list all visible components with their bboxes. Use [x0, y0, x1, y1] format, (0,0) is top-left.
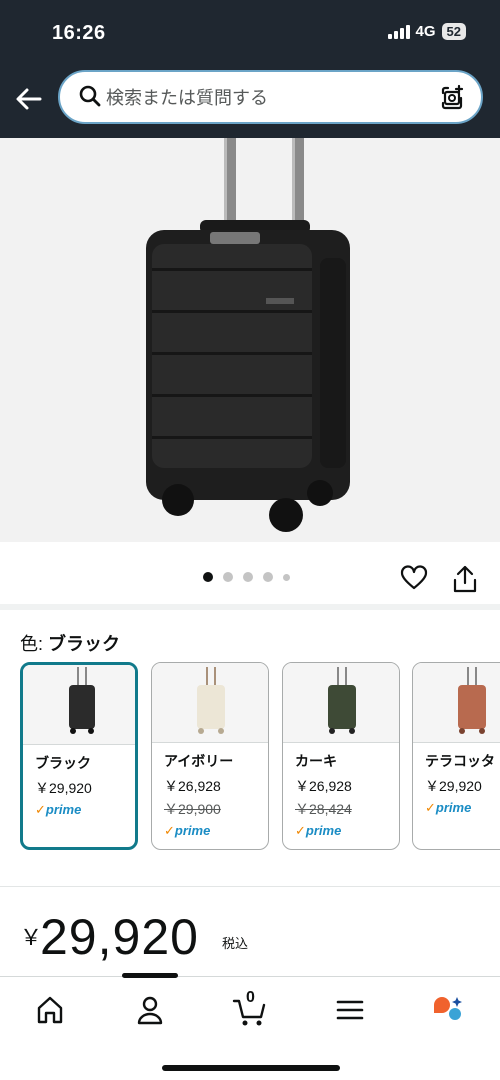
swatch-price: ￥29,920 — [35, 780, 92, 796]
section-divider — [0, 604, 500, 610]
swatch-price: ￥29,920 — [425, 778, 482, 794]
color-swatch-ivory[interactable]: アイボリー ￥26,928 ￥29,900 ✓prime — [151, 662, 269, 850]
swatch-name: カーキ — [295, 753, 337, 769]
swatch-image — [413, 663, 500, 743]
search-box[interactable] — [58, 70, 483, 124]
price-currency: ￥ — [20, 925, 43, 950]
prime-badge: ✓prime — [425, 800, 472, 815]
color-swatch-terracotta[interactable]: テラコッタ ￥29,920 ✓prime — [412, 662, 500, 850]
gallery-pagination[interactable] — [203, 572, 290, 582]
prime-badge: ✓prime — [295, 823, 342, 838]
nav-rufus[interactable] — [430, 993, 470, 1027]
gallery-dot[interactable] — [283, 573, 290, 581]
signal-icon — [387, 24, 410, 39]
search-header — [0, 62, 500, 138]
swatch-price: ￥26,928 — [164, 778, 221, 794]
back-arrow-icon[interactable] — [14, 84, 44, 114]
status-time: 16:26 — [52, 22, 106, 44]
nav-menu[interactable] — [330, 993, 370, 1027]
swatch-old-price: ￥29,900 — [164, 801, 221, 817]
swatch-image — [23, 665, 135, 745]
battery-icon: 52 — [441, 23, 466, 40]
nav-home[interactable] — [30, 993, 70, 1027]
swatch-name: テラコッタ — [425, 753, 495, 769]
camera-search-icon[interactable] — [439, 84, 467, 112]
selected-color-name: ブラック — [48, 634, 121, 654]
color-swatch-black[interactable]: ブラック ￥29,920 ✓prime — [20, 662, 138, 850]
swatch-image — [152, 663, 268, 743]
home-icon — [37, 996, 63, 1024]
product-image[interactable] — [0, 138, 500, 542]
color-label: 色: ブラック — [20, 634, 121, 654]
cart-count: 0 — [246, 989, 255, 1006]
color-swatch-list: ブラック ￥29,920 ✓prime アイボリー ￥26,928 ￥29,90… — [20, 662, 500, 852]
share-icon[interactable] — [452, 564, 478, 594]
search-input[interactable] — [106, 84, 426, 112]
price-amount: 29,920 — [40, 909, 199, 965]
rufus-icon — [434, 997, 462, 1020]
network-type: 4G — [415, 23, 436, 40]
gallery-dot[interactable] — [243, 572, 253, 582]
swatch-name: ブラック — [35, 755, 91, 771]
nav-cart[interactable]: 0 — [230, 989, 270, 1027]
gallery-dot[interactable] — [203, 572, 213, 582]
nav-active-indicator — [122, 973, 178, 978]
status-indicators: 4G 52 — [387, 23, 466, 40]
status-bar: 16:26 4G 52 — [0, 0, 500, 62]
heart-icon[interactable] — [400, 565, 428, 591]
price-tax-label: 税込 — [222, 936, 249, 951]
search-icon — [79, 85, 101, 107]
nav-account[interactable] — [130, 993, 170, 1027]
bottom-navigation: 0 — [0, 973, 500, 1080]
prime-badge: ✓prime — [164, 823, 211, 838]
menu-icon — [336, 1000, 364, 1020]
swatch-price: ￥26,928 — [295, 778, 352, 794]
swatch-old-price: ￥28,424 — [295, 801, 352, 817]
color-swatch-khaki[interactable]: カーキ ￥26,928 ￥28,424 ✓prime — [282, 662, 400, 850]
prime-badge: ✓prime — [35, 802, 82, 817]
gallery-dot[interactable] — [263, 572, 273, 582]
swatch-image — [283, 663, 399, 743]
account-icon — [137, 996, 163, 1025]
home-indicator — [162, 1065, 340, 1071]
gallery-dot[interactable] — [223, 572, 233, 582]
suitcase-image — [146, 138, 350, 532]
swatch-name: アイボリー — [164, 753, 234, 769]
section-divider — [0, 886, 500, 887]
